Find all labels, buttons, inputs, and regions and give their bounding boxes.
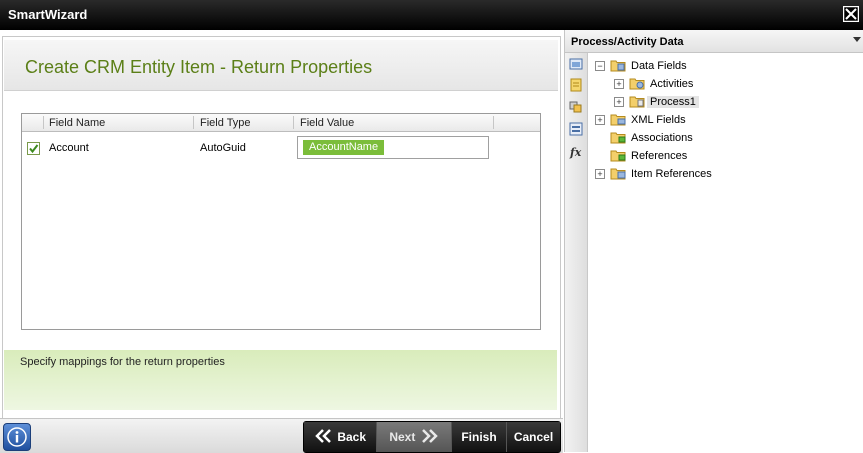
navigation-buttons: Back Next Finish Cancel bbox=[303, 421, 561, 453]
folder-icon bbox=[610, 150, 626, 162]
close-icon[interactable] bbox=[843, 6, 859, 22]
panel-title: Process/Activity Data bbox=[571, 36, 684, 48]
instruction-panel: Specify mappings for the return properti… bbox=[4, 350, 557, 410]
dropdown-arrow-icon[interactable] bbox=[853, 37, 861, 42]
column-separator bbox=[493, 116, 494, 129]
form-tool-icon[interactable] bbox=[569, 122, 583, 136]
instruction-text: Specify mappings for the return properti… bbox=[20, 356, 225, 368]
wizard-main: Create CRM Entity Item - Return Properti… bbox=[0, 30, 563, 453]
document-tool-icon[interactable] bbox=[569, 78, 583, 92]
window-title: SmartWizard bbox=[8, 7, 88, 22]
folder-icon bbox=[629, 78, 645, 90]
grid-header: Field Name Field Type Field Value bbox=[22, 114, 540, 132]
folder-icon bbox=[629, 96, 645, 108]
table-row: Account AutoGuid AccountName bbox=[22, 134, 540, 160]
tree-node-label: Item References bbox=[631, 168, 712, 180]
process-data-panel: Process/Activity Data fx − Data Fields +… bbox=[564, 30, 863, 452]
field-value-input[interactable]: AccountName bbox=[297, 136, 489, 159]
panel-header: Process/Activity Data bbox=[565, 30, 863, 53]
collapse-icon[interactable]: − bbox=[595, 61, 605, 71]
field-type-cell: AutoGuid bbox=[200, 142, 246, 154]
window-titlebar: SmartWizard bbox=[0, 0, 863, 30]
column-separator bbox=[43, 116, 44, 129]
column-header-field-type[interactable]: Field Type bbox=[200, 117, 251, 129]
checkmark-icon bbox=[29, 144, 39, 154]
next-button[interactable]: Next bbox=[377, 422, 451, 452]
field-name-cell: Account bbox=[49, 142, 89, 154]
back-label: Back bbox=[337, 430, 367, 444]
next-label: Next bbox=[389, 430, 416, 444]
expand-icon[interactable]: + bbox=[595, 115, 605, 125]
objects-tool-icon[interactable] bbox=[569, 99, 583, 113]
tree-node-label: Activities bbox=[650, 78, 694, 90]
info-icon bbox=[7, 427, 27, 447]
expand-icon[interactable]: + bbox=[595, 169, 605, 179]
column-separator bbox=[293, 116, 294, 129]
folder-icon bbox=[610, 168, 626, 180]
expand-icon[interactable]: + bbox=[614, 97, 624, 107]
cancel-button[interactable]: Cancel bbox=[507, 422, 560, 452]
tree-node-label: XML Fields bbox=[631, 114, 686, 126]
info-button[interactable] bbox=[3, 423, 31, 451]
finish-button[interactable]: Finish bbox=[452, 422, 506, 452]
function-icon[interactable]: fx bbox=[569, 145, 583, 159]
field-value-token[interactable]: AccountName bbox=[303, 140, 385, 155]
back-button[interactable]: Back bbox=[304, 422, 376, 452]
column-header-field-name[interactable]: Field Name bbox=[49, 117, 105, 129]
return-properties-grid: Field Name Field Type Field Value Accoun… bbox=[21, 113, 541, 330]
panel-toolstrip: fx bbox=[565, 53, 588, 452]
page-title: Create CRM Entity Item - Return Properti… bbox=[25, 57, 373, 77]
column-header-field-value[interactable]: Field Value bbox=[300, 117, 354, 129]
folder-icon bbox=[610, 60, 626, 72]
page-header: Create CRM Entity Item - Return Properti… bbox=[4, 40, 558, 91]
row-checkbox[interactable] bbox=[27, 142, 40, 155]
next-chevron-icon bbox=[421, 429, 438, 443]
folder-icon bbox=[610, 132, 626, 144]
expand-icon[interactable]: + bbox=[614, 79, 624, 89]
tree-node-label: Associations bbox=[631, 132, 693, 144]
folder-icon bbox=[610, 114, 626, 126]
wizard-footer: Back Next Finish Cancel bbox=[0, 418, 563, 453]
svg-text:fx: fx bbox=[569, 146, 582, 159]
image-tool-icon[interactable] bbox=[569, 57, 583, 71]
tree-node-label: References bbox=[631, 150, 688, 162]
tree-node-label: Process1 bbox=[647, 96, 699, 108]
back-chevron-icon bbox=[315, 429, 331, 443]
tree-node-label: Data Fields bbox=[631, 60, 687, 72]
column-separator bbox=[193, 116, 194, 129]
